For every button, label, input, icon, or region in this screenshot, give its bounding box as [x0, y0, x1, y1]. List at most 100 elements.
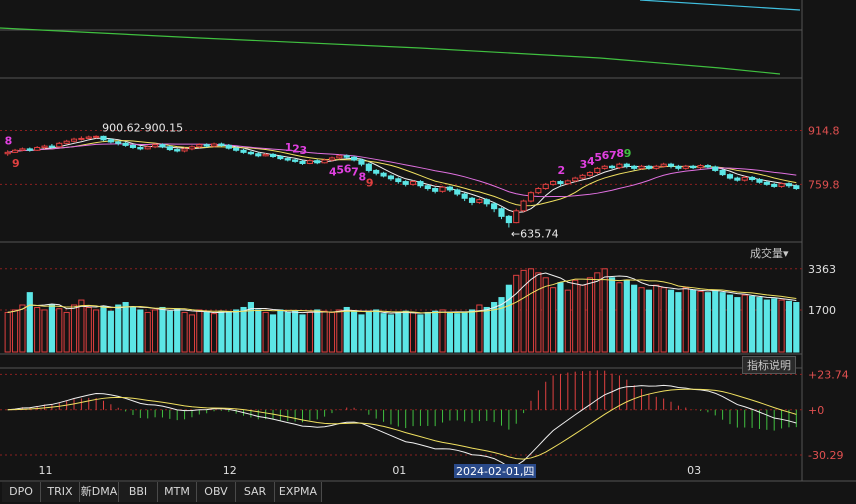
- indicator-tab[interactable]: DPO: [2, 482, 41, 502]
- price-tick-label: 914.8: [808, 125, 840, 138]
- volume-bar: [78, 299, 85, 353]
- indicator-tab[interactable]: BBI: [119, 482, 158, 502]
- volume-bar: [439, 309, 446, 353]
- candle: [306, 160, 313, 164]
- volume-bar: [365, 311, 372, 353]
- candle: [682, 165, 689, 169]
- candle: [446, 186, 453, 191]
- candle: [402, 181, 409, 185]
- candle: [247, 151, 254, 155]
- candle: [144, 146, 151, 150]
- volume-bar: [505, 284, 512, 353]
- candle: [395, 178, 402, 183]
- low-annotation: ←635.74: [511, 227, 559, 240]
- candle: [741, 176, 748, 181]
- volume-bar: [26, 292, 33, 353]
- candle: [468, 197, 476, 203]
- volume-bar: [785, 300, 793, 353]
- volume-bar: [667, 289, 675, 353]
- candle: [233, 147, 240, 151]
- candle: [284, 158, 291, 161]
- macd-tick-label: +23.74: [808, 368, 849, 381]
- candle: [432, 188, 439, 192]
- volume-bar: [557, 282, 564, 353]
- candle: [557, 181, 564, 185]
- candle: [26, 148, 33, 151]
- candle: [653, 165, 660, 169]
- candle: [380, 172, 387, 177]
- candle: [78, 137, 85, 140]
- volume-bar: [793, 302, 800, 353]
- volume-bar: [292, 310, 299, 353]
- volume-bar: [763, 299, 770, 353]
- candlestick-chart: 914.8759.8891 2 34 5 6 7 8 92 3 4 5 6 7 8 9900.62-900.…: [0, 0, 856, 482]
- candle: [387, 175, 395, 180]
- candle: [771, 183, 778, 187]
- macd-tick-label: +0: [808, 404, 824, 417]
- volume-bar: [299, 314, 306, 353]
- candle: [196, 144, 203, 148]
- candle: [704, 165, 711, 168]
- volume-bar: [608, 277, 616, 353]
- td-count-label: 8: [5, 134, 13, 147]
- candle: [336, 155, 343, 159]
- volume-bar: [719, 292, 726, 353]
- volume-bar: [586, 277, 594, 353]
- volume-bar: [771, 298, 778, 353]
- volume-bar: [210, 313, 218, 353]
- candle: [41, 145, 48, 148]
- indicator-tab[interactable]: EXPMA: [275, 482, 322, 502]
- candle: [122, 142, 129, 146]
- volume-bar: [41, 309, 48, 353]
- volume-bar: [152, 309, 159, 353]
- indicator-tab[interactable]: SAR: [236, 482, 275, 502]
- candle: [454, 189, 461, 195]
- candle: [129, 144, 137, 148]
- candle: [712, 166, 719, 171]
- candle: [262, 153, 269, 157]
- volume-bar: [387, 314, 395, 353]
- volume-bar: [48, 304, 55, 353]
- candle: [778, 183, 785, 187]
- volume-bar: [240, 306, 247, 353]
- indicator-tab[interactable]: 新DMA: [80, 482, 119, 502]
- candle: [513, 210, 520, 224]
- volume-label-button[interactable]: 成交量▾: [750, 245, 789, 261]
- volume-bar: [225, 311, 232, 353]
- indicator-tab[interactable]: OBV: [197, 482, 236, 502]
- volume-bar: [579, 284, 586, 353]
- candle: [793, 185, 800, 190]
- volume-bar: [373, 309, 380, 353]
- candle: [417, 181, 424, 187]
- candle: [373, 169, 380, 174]
- indicator-tab[interactable]: MTM: [158, 482, 197, 502]
- candle: [277, 156, 284, 160]
- candle: [491, 203, 498, 210]
- x-tick-label: 03: [687, 464, 701, 477]
- volume-bar: [726, 294, 734, 353]
- candle: [63, 140, 70, 144]
- volume-bar: [572, 279, 579, 353]
- candle: [623, 163, 630, 167]
- indicator-help-button[interactable]: 指标说明: [742, 356, 796, 374]
- candle: [542, 183, 549, 190]
- volume-bar: [402, 310, 409, 353]
- candle: [660, 163, 667, 167]
- high-annotation: 900.62-900.15: [102, 121, 183, 134]
- volume-bar: [343, 306, 350, 353]
- td-count-label: 9: [12, 157, 20, 170]
- candle: [100, 135, 107, 141]
- volume-bar: [638, 287, 645, 353]
- volume-bar: [255, 309, 262, 353]
- candle: [749, 176, 756, 180]
- candle: [292, 159, 299, 162]
- indicator-tab[interactable]: TRIX: [41, 482, 80, 502]
- candle: [550, 181, 557, 185]
- candle: [203, 144, 210, 147]
- volume-bar: [631, 284, 638, 353]
- volume-bar: [63, 311, 70, 353]
- candle: [48, 145, 55, 148]
- candle: [579, 174, 586, 179]
- candle: [719, 169, 726, 176]
- candle: [225, 144, 232, 149]
